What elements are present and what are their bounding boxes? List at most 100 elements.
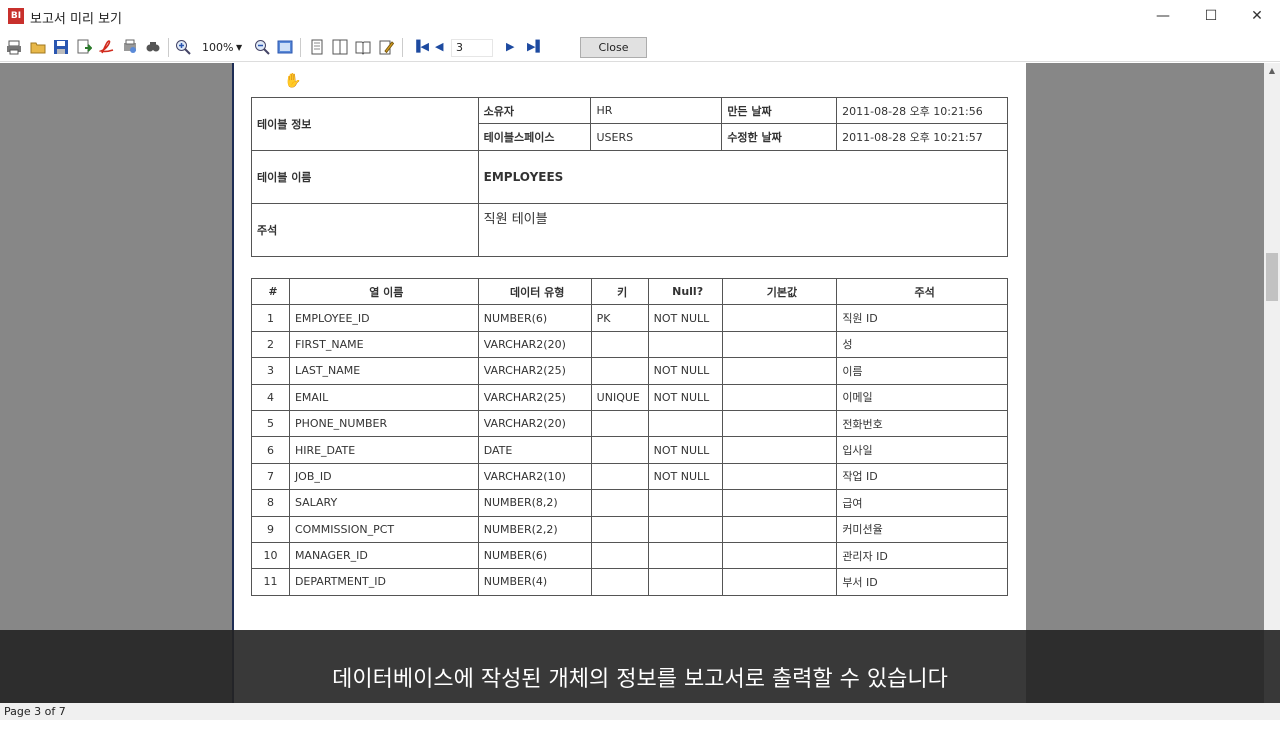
table-cell: [721, 357, 838, 385]
table-info-block: 테이블 정보 소유자 HR 만든 날짜 2011-08-28 오후 10:21:…: [251, 96, 1009, 257]
table-cell: [590, 489, 649, 517]
title-bar: BI 보고서 미리 보기 — ☐ ✕: [0, 0, 1280, 32]
table-cell: [590, 462, 649, 491]
table-cell: VARCHAR2(10): [477, 462, 592, 491]
table-name-value: EMPLOYEES: [477, 149, 1009, 204]
close-window-button[interactable]: ✕: [1234, 0, 1280, 32]
table-cell: [721, 489, 838, 517]
table-row: 9 COMMISSION_PCT NUMBER(2,2) 커미션율: [251, 515, 1008, 543]
owner-label: 소유자: [477, 96, 592, 125]
column-header: 키: [590, 277, 649, 306]
prev-page-icon[interactable]: ◀: [435, 40, 443, 53]
save-icon[interactable]: [53, 39, 69, 55]
table-cell: DEPARTMENT_ID: [288, 568, 479, 596]
last-page-icon[interactable]: ▶▌: [527, 40, 544, 53]
open-icon[interactable]: [30, 39, 46, 55]
pdf-icon[interactable]: [99, 39, 115, 55]
chevron-down-icon[interactable]: ▼: [236, 39, 242, 57]
table-cell: NUMBER(6): [477, 304, 592, 332]
table-cell: [590, 357, 649, 385]
table-cell: FIRST_NAME: [288, 330, 479, 359]
table-cell: 6: [251, 436, 290, 464]
tablespace-label: 테이블스페이스: [477, 123, 592, 151]
table-cell: 8: [251, 489, 290, 517]
table-cell: 전화번호: [836, 409, 1008, 438]
table-cell: LAST_NAME: [288, 357, 479, 385]
table-row: 6 HIRE_DATE DATE NOT NULL 입사일: [251, 436, 1008, 464]
table-cell: [590, 436, 649, 464]
column-header: 주석: [836, 277, 1008, 306]
column-header: 데이터 유형: [477, 277, 592, 306]
column-header: #: [251, 277, 290, 306]
table-cell: [721, 462, 838, 491]
table-cell: 10: [251, 541, 290, 570]
table-cell: 이름: [836, 357, 1008, 385]
table-cell: [647, 515, 723, 543]
table-cell: [647, 568, 723, 596]
table-cell: NUMBER(6): [477, 541, 592, 570]
table-cell: 2: [251, 330, 290, 359]
page-number-input[interactable]: 3: [451, 39, 493, 57]
scrollbar-thumb[interactable]: [1266, 253, 1278, 301]
find-icon[interactable]: [145, 39, 161, 55]
column-header: Null?: [647, 277, 723, 306]
table-cell: [721, 515, 838, 543]
table-cell: 11: [251, 568, 290, 596]
table-cell: JOB_ID: [288, 462, 479, 491]
table-cell: [647, 489, 723, 517]
table-cell: [721, 436, 838, 464]
table-row: 2 FIRST_NAME VARCHAR2(20) 성: [251, 330, 1008, 359]
next-page-icon[interactable]: ▶: [506, 40, 514, 53]
table-row: 11 DEPARTMENT_ID NUMBER(4) 부서 ID: [251, 568, 1008, 596]
created-label: 만든 날짜: [721, 96, 838, 125]
table-header-row: # 열 이름 데이터 유형 키 Null? 기본값 주석: [251, 277, 1008, 306]
table-cell: COMMISSION_PCT: [288, 515, 479, 543]
table-cell: 직원 ID: [836, 304, 1008, 332]
table-cell: [647, 409, 723, 438]
table-cell: PK: [590, 304, 649, 332]
edit-icon[interactable]: [378, 39, 394, 55]
status-bar: Page 3 of 7: [0, 703, 1280, 720]
first-page-icon[interactable]: ▐◀: [412, 40, 429, 53]
vertical-scrollbar[interactable]: [1264, 63, 1280, 703]
print-icon[interactable]: [6, 39, 22, 55]
single-page-icon[interactable]: [309, 39, 325, 55]
column-header: 기본값: [721, 277, 838, 306]
table-cell: VARCHAR2(25): [477, 383, 592, 411]
scroll-up-icon[interactable]: ▲: [1264, 63, 1280, 79]
close-button[interactable]: Close: [580, 37, 647, 58]
table-cell: 1: [251, 304, 290, 332]
table-cell: [721, 568, 838, 596]
column-header: 열 이름: [288, 277, 479, 306]
table-cell: [647, 541, 723, 570]
table-cell: 9: [251, 515, 290, 543]
minimize-button[interactable]: —: [1140, 0, 1186, 32]
table-cell: [647, 330, 723, 359]
table-cell: SALARY: [288, 489, 479, 517]
table-row: 5 PHONE_NUMBER VARCHAR2(20) 전화번호: [251, 409, 1008, 438]
video-subtitle: 데이터베이스에 작성된 개체의 정보를 보고서로 출력할 수 있습니다: [0, 630, 1280, 703]
table-cell: 커미션율: [836, 515, 1008, 543]
column-table: # 열 이름 데이터 유형 키 Null? 기본값 주석 1 EMPLOYEE_ID NUMBER…: [251, 277, 1008, 596]
owner-value: HR: [590, 96, 723, 125]
created-value: 2011-08-28 오후 10:21:56: [836, 96, 1008, 125]
toolbar-separator: [402, 38, 403, 57]
table-cell: 3: [251, 357, 290, 385]
table-cell: [590, 541, 649, 570]
table-cell: VARCHAR2(20): [477, 409, 592, 438]
maximize-button[interactable]: ☐: [1188, 0, 1234, 32]
book-icon[interactable]: [355, 39, 371, 55]
table-cell: NOT NULL: [647, 357, 723, 385]
table-cell: [590, 568, 649, 596]
table-cell: NUMBER(8,2): [477, 489, 592, 517]
table-cell: MANAGER_ID: [288, 541, 479, 570]
zoom-out-icon[interactable]: [254, 39, 270, 55]
multi-page-icon[interactable]: [332, 39, 348, 55]
window-title: 보고서 미리 보기: [30, 12, 122, 27]
fit-page-icon[interactable]: [277, 39, 293, 55]
export-icon[interactable]: [76, 39, 92, 55]
table-cell: [590, 515, 649, 543]
print-setup-icon[interactable]: [122, 39, 138, 55]
zoom-in-icon[interactable]: [175, 39, 191, 55]
table-row: 3 LAST_NAME VARCHAR2(25) NOT NULL 이름: [251, 357, 1008, 385]
